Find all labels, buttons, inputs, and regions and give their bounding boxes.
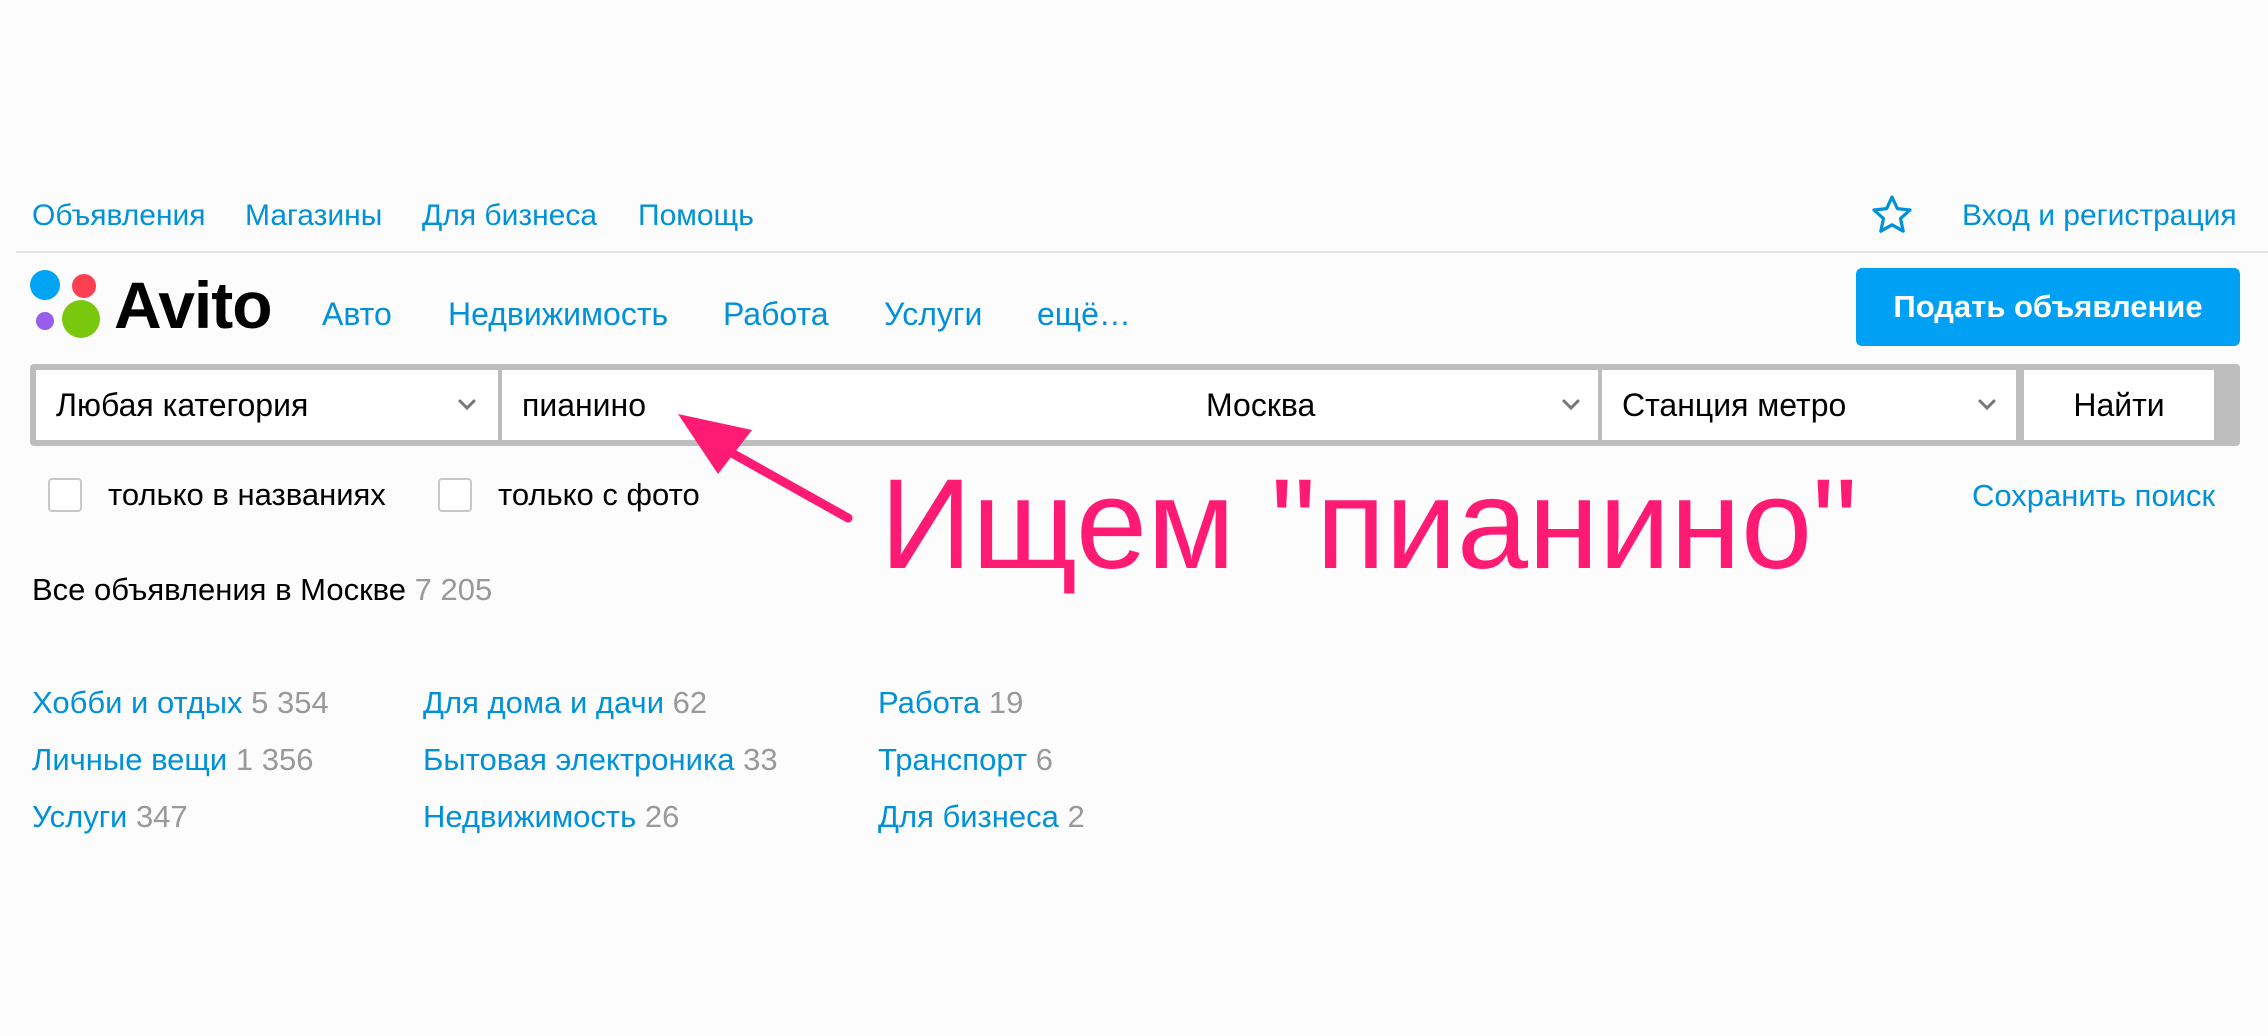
star-icon[interactable] (1870, 193, 1914, 237)
all-ads-summary: Все объявления в Москве 7 205 (32, 570, 492, 610)
result-category-count: 2 (1067, 799, 1085, 834)
metro-select[interactable]: Станция метро (1602, 370, 2016, 440)
titles-only-label: только в названиях (108, 477, 386, 512)
result-category-count: 1 356 (235, 742, 314, 777)
result-category-name[interactable]: Для дома и дачи (423, 685, 664, 720)
result-category[interactable]: Личные вещи 1 356 (32, 740, 313, 780)
annotation-arrow (678, 414, 853, 523)
save-search-link[interactable]: Сохранить поиск (1972, 476, 2215, 516)
result-category-name[interactable]: Бытовая электроника (423, 742, 734, 777)
chevron-down-icon (458, 399, 476, 411)
nav-category-realty[interactable]: Недвижимость (448, 294, 668, 334)
search-bar: Любая категория пианино Москва Станция м… (30, 364, 2240, 446)
logo-text: Avito (114, 268, 273, 342)
logo-dot-red (72, 274, 96, 298)
result-category-name[interactable]: Для бизнеса (878, 799, 1059, 834)
city-select[interactable]: Москва (1186, 370, 1598, 440)
with-photo-checkbox[interactable] (438, 478, 472, 512)
category-select-value: Любая категория (56, 387, 309, 423)
login-link[interactable]: Вход и регистрация (1962, 196, 2237, 236)
all-ads-count: 7 205 (414, 572, 493, 607)
topnav-divider (16, 251, 2268, 253)
topnav-link-business[interactable]: Для бизнеса (422, 196, 597, 236)
annotation-text: Ищем "пианино" (880, 453, 1858, 596)
logo-dot-green (62, 300, 100, 338)
result-category-count: 26 (644, 799, 680, 834)
logo-dot-blue (30, 270, 60, 300)
search-input-value: пианино (522, 387, 647, 423)
result-category-count: 19 (988, 685, 1024, 720)
result-category-name[interactable]: Работа (878, 685, 980, 720)
result-category-name[interactable]: Недвижимость (423, 799, 636, 834)
topnav-link-shops[interactable]: Магазины (245, 196, 382, 236)
page: Объявления Магазины Для бизнеса Помощь В… (0, 0, 2268, 1036)
chevron-down-icon (1562, 399, 1580, 411)
nav-category-jobs[interactable]: Работа (723, 294, 829, 334)
find-button[interactable]: Найти (2024, 370, 2214, 440)
result-category[interactable]: Работа 19 (878, 683, 1023, 723)
logo-dot-purple (36, 312, 54, 330)
result-category[interactable]: Бытовая электроника 33 (423, 740, 778, 780)
result-category[interactable]: Недвижимость 26 (423, 797, 679, 837)
result-category-name[interactable]: Хобби и отдых (32, 685, 243, 720)
titles-only-filter[interactable]: только в названиях (48, 474, 386, 516)
result-category-count: 5 354 (251, 685, 329, 720)
city-select-value: Москва (1206, 387, 1316, 423)
category-select[interactable]: Любая категория (36, 370, 498, 440)
post-ad-button[interactable]: Подать объявление (1856, 268, 2240, 346)
topnav-link-help[interactable]: Помощь (638, 196, 754, 236)
result-category[interactable]: Услуги 347 (32, 797, 188, 837)
result-category-count: 6 (1035, 742, 1053, 777)
result-category[interactable]: Транспорт 6 (878, 740, 1053, 780)
result-category-name[interactable]: Услуги (32, 799, 127, 834)
topnav-link-ads[interactable]: Объявления (32, 196, 206, 236)
nav-category-more[interactable]: ещё… (1037, 294, 1131, 334)
result-category-count: 62 (672, 685, 708, 720)
chevron-down-icon (1978, 399, 1996, 411)
result-category[interactable]: Для дома и дачи 62 (423, 683, 707, 723)
result-category-count: 347 (135, 799, 188, 834)
result-category-name[interactable]: Личные вещи (32, 742, 227, 777)
result-category[interactable]: Хобби и отдых 5 354 (32, 683, 329, 723)
metro-select-value: Станция метро (1622, 387, 1847, 423)
avito-logo[interactable]: Avito (30, 270, 280, 342)
result-category-count: 33 (743, 742, 778, 777)
nav-category-services[interactable]: Услуги (884, 294, 982, 334)
nav-category-auto[interactable]: Авто (322, 294, 392, 334)
result-category[interactable]: Для бизнеса 2 (878, 797, 1085, 837)
titles-only-checkbox[interactable] (48, 478, 82, 512)
result-category-name[interactable]: Транспорт (878, 742, 1027, 777)
all-ads-label: Все объявления в Москве (32, 572, 406, 607)
